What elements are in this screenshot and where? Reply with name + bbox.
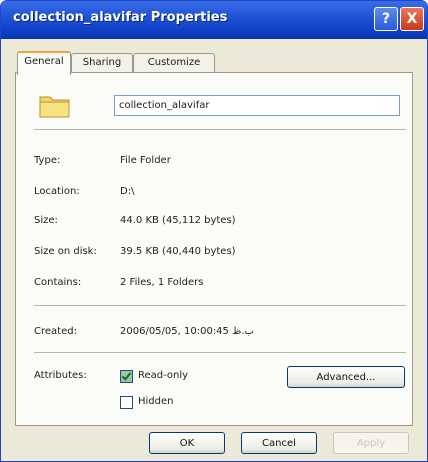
- type-label: Type:: [34, 155, 61, 166]
- properties-dialog: collection_alavifar Properties ? X Gener…: [0, 0, 428, 462]
- contains-value: 2 Files, 1 Folders: [120, 277, 204, 288]
- tab-sharing[interactable]: Sharing: [71, 53, 133, 73]
- close-icon: X: [406, 11, 418, 27]
- attributes-label: Attributes:: [34, 370, 87, 381]
- size-label: Size:: [34, 215, 58, 226]
- help-icon: ?: [381, 11, 391, 27]
- contains-label: Contains:: [34, 277, 82, 288]
- divider: [34, 352, 406, 354]
- divider: [34, 129, 406, 131]
- type-value: File Folder: [120, 155, 171, 166]
- cancel-button[interactable]: Cancel: [241, 432, 317, 454]
- divider: [34, 305, 406, 307]
- hidden-label[interactable]: Hidden: [138, 396, 173, 407]
- location-value: D:\: [120, 186, 135, 197]
- help-button[interactable]: ?: [374, 7, 398, 31]
- created-label: Created:: [34, 326, 77, 337]
- window-title: collection_alavifar Properties: [13, 10, 228, 25]
- created-value: 2006/05/05, 10:00:45 ب.ظ: [120, 326, 254, 337]
- close-button[interactable]: X: [400, 7, 424, 31]
- folder-icon: [38, 91, 72, 122]
- apply-button[interactable]: Apply: [333, 432, 409, 454]
- tab-customize[interactable]: Customize: [133, 53, 215, 73]
- advanced-button[interactable]: Advanced...: [287, 366, 405, 388]
- readonly-checkbox[interactable]: [120, 370, 133, 383]
- readonly-label[interactable]: Read-only: [138, 370, 188, 381]
- location-label: Location:: [34, 186, 80, 197]
- title-bar[interactable]: collection_alavifar Properties ? X: [1, 1, 427, 39]
- folder-name-input[interactable]: [114, 95, 400, 116]
- size-on-disk-value: 39.5 KB (40,440 bytes): [120, 246, 236, 257]
- ok-button[interactable]: OK: [149, 432, 225, 454]
- hidden-checkbox[interactable]: [120, 396, 133, 409]
- size-value: 44.0 KB (45,112 bytes): [120, 215, 236, 226]
- size-on-disk-label: Size on disk:: [34, 246, 97, 257]
- tab-general[interactable]: General: [17, 51, 71, 75]
